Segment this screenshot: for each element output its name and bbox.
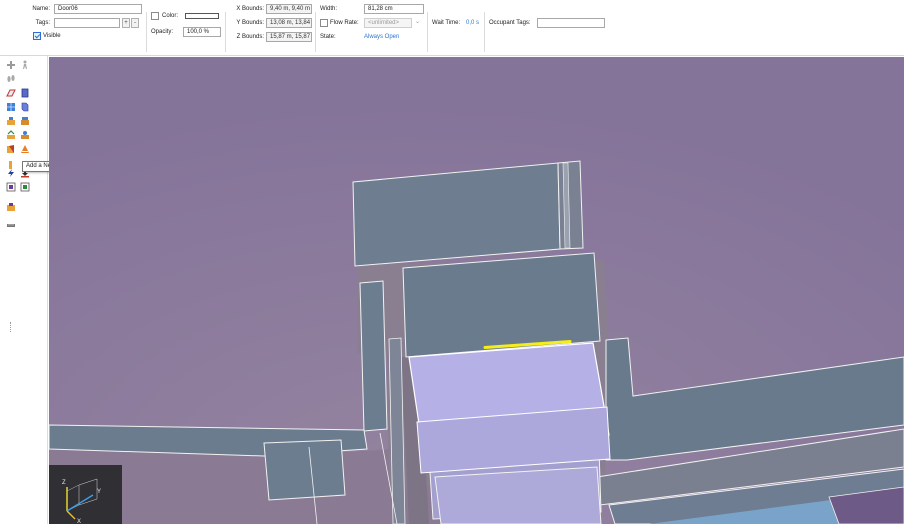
add-node-icon[interactable] [6, 60, 16, 70]
z-bounds-field: 15,87 m, 15,87 [266, 32, 312, 42]
tags-label: Tags: [35, 20, 50, 26]
y-bounds-field: 13,08 m, 13,84 [266, 18, 312, 28]
stair-icon[interactable] [20, 102, 30, 112]
occupant-icon[interactable] [6, 116, 16, 126]
y-bounds-label: Y Bounds: [236, 20, 264, 26]
separator [315, 12, 316, 52]
lightning-icon[interactable] [6, 168, 16, 178]
axis-x-label: X [77, 519, 81, 524]
z-bounds-label: Z Bounds: [236, 34, 264, 40]
wait-time-label: Wait Time: [432, 20, 461, 26]
floor-plan-scene[interactable] [49, 57, 904, 524]
state-link[interactable]: Always Open [364, 33, 399, 41]
wall-block [557, 160, 584, 250]
toolbar-grip[interactable] [10, 322, 12, 332]
wait-time-link[interactable]: 0,0 s [466, 19, 479, 27]
name-label: Name: [32, 6, 50, 12]
state-label: State: [320, 34, 336, 40]
axis-z-label: Z [62, 480, 66, 486]
warning-cone-icon[interactable] [20, 144, 30, 154]
separator [484, 12, 485, 52]
wall-block [263, 439, 346, 501]
axis-y-label: Y [97, 489, 101, 495]
opacity-label: Opacity: [151, 29, 174, 35]
separator [146, 12, 147, 52]
width-label: Width: [320, 6, 338, 12]
x-bounds-field: 9,40 m, 9,40 m [266, 4, 312, 14]
3d-viewport[interactable]: Z Y X [49, 57, 904, 524]
wall-block [359, 280, 388, 432]
color-label: Color: [162, 13, 179, 19]
occupant-tags-field[interactable] [537, 18, 605, 28]
tags-remove-button[interactable]: - [131, 18, 139, 28]
door-icon[interactable] [20, 88, 30, 98]
slab[interactable] [434, 466, 602, 524]
flow-rate-field[interactable]: <unlimited> [364, 18, 412, 28]
tags-field[interactable] [54, 18, 120, 28]
target-icon[interactable] [20, 130, 30, 140]
color-checkbox[interactable] [151, 12, 159, 20]
footprints-icon[interactable] [6, 74, 16, 84]
left-toolbar [0, 56, 48, 524]
box-icon[interactable] [6, 202, 16, 212]
width-field[interactable]: 81,28 cm [364, 4, 424, 14]
group-icon[interactable] [20, 116, 30, 126]
walk-icon[interactable] [20, 60, 30, 70]
axis-gizmo[interactable]: Z Y X [49, 465, 122, 524]
visible-checkbox[interactable] [33, 32, 41, 40]
occupant-tags-label: Occupant Tags: [489, 20, 531, 26]
axis-triad: Z Y X [62, 478, 101, 524]
properties-bar: Name: Door06 Tags: + - Visible Color: Op… [0, 0, 904, 56]
x-bounds-label: X Bounds: [236, 6, 264, 12]
room-icon[interactable] [6, 88, 16, 98]
separator [225, 12, 226, 52]
flow-rate-label: Flow Rate: [330, 20, 359, 26]
flow-rate-checkbox[interactable] [320, 19, 328, 27]
ruler-icon[interactable] [6, 220, 16, 230]
visible-label: Visible [43, 33, 61, 39]
color-swatch[interactable] [185, 13, 219, 19]
floor-icon[interactable] [6, 102, 16, 112]
opacity-field[interactable]: 100,0 % [183, 27, 221, 37]
green-square-icon[interactable] [20, 182, 30, 192]
name-field[interactable]: Door06 [54, 4, 142, 14]
flow-rate-dropdown-icon[interactable]: ⌄ [415, 18, 420, 26]
exit-icon[interactable] [6, 144, 16, 154]
separator [427, 12, 428, 52]
tags-add-button[interactable]: + [122, 18, 130, 28]
path-icon[interactable] [6, 130, 16, 140]
filled-square-icon[interactable] [6, 182, 16, 192]
